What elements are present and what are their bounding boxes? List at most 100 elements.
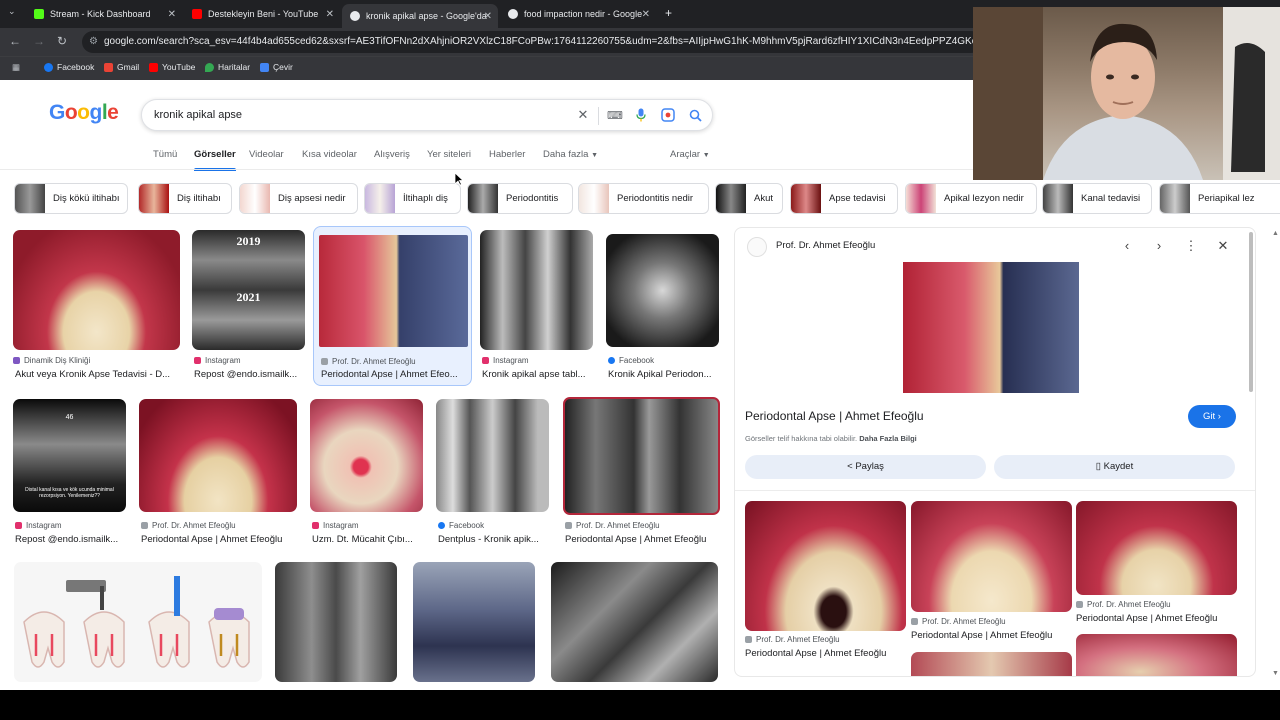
tab-search-icon[interactable]: ⌄ [8, 6, 16, 17]
chip[interactable]: Periodontitis [467, 183, 573, 214]
result-image[interactable] [310, 399, 423, 512]
next-icon[interactable]: › [1151, 238, 1167, 254]
related-image[interactable] [745, 501, 906, 631]
result-title[interactable]: Dentplus - Kronik apik... [438, 534, 549, 545]
tab-google-active[interactable]: kronik apikal apse - Google'da ✕ [342, 4, 498, 28]
image-result[interactable]: Prof. Dr. Ahmet Efeoğlu Periodontal Apse… [563, 397, 720, 547]
result-title[interactable]: Periodontal Apse | Ahmet Efeoğlu [141, 534, 297, 545]
result-source[interactable]: Prof. Dr. Ahmet Efeoğlu [565, 521, 660, 530]
site-info-icon[interactable]: ⚙ [89, 31, 98, 53]
tab-images[interactable]: Görseller [194, 149, 236, 171]
image-result[interactable]: Instagram Uzm. Dt. Mücahit Çıbı... [310, 399, 423, 547]
result-source[interactable]: Prof. Dr. Ahmet Efeoğlu [141, 521, 236, 530]
result-image[interactable] [551, 562, 718, 682]
forward-icon[interactable]: → [33, 34, 45, 48]
result-title[interactable]: Repost @endo.ismailk... [15, 534, 126, 545]
result-title[interactable]: Periodontal Apse | Ahmet Efeoğlu [1076, 613, 1237, 624]
result-source[interactable]: Instagram [194, 356, 241, 365]
result-source[interactable]: Prof. Dr. Ahmet Efeoğlu [911, 617, 1006, 626]
result-title[interactable]: Periodontal Apse | Ahmet Efeoğlu [911, 630, 1072, 641]
bookmark-gmail[interactable]: Gmail [104, 62, 139, 72]
chip[interactable]: Apikal lezyon nedir [905, 183, 1037, 214]
result-source[interactable]: Prof. Dr. Ahmet Efeoğlu [321, 357, 416, 366]
image-result[interactable]: Facebook Dentplus - Kronik apik... [436, 399, 549, 547]
close-icon[interactable]: ✕ [1215, 238, 1231, 254]
image-result[interactable]: Facebook Kronik Apikal Periodon... [606, 234, 719, 382]
more-options-icon[interactable]: ⋮ [1183, 238, 1199, 254]
visit-button[interactable]: Git › [1188, 405, 1236, 428]
related-image[interactable] [911, 652, 1072, 676]
result-image[interactable] [606, 234, 719, 347]
image-result[interactable] [14, 562, 262, 682]
related-result[interactable]: Prof. Dr. Ahmet Efeoğlu Periodontal Apse… [911, 501, 1072, 676]
related-image[interactable] [1076, 501, 1237, 595]
scroll-down-icon[interactable]: ▼ [1272, 670, 1279, 677]
chip[interactable]: İltihaplı diş [364, 183, 461, 214]
back-icon[interactable]: ← [9, 34, 21, 48]
tab-more[interactable]: Daha fazla ▼ [543, 149, 598, 160]
result-source[interactable]: Instagram [15, 521, 62, 530]
chip[interactable]: Diş iltihabı [138, 183, 232, 214]
tab-all[interactable]: Tümü [153, 149, 177, 160]
chip[interactable]: Periodontitis nedir [578, 183, 709, 214]
result-image[interactable] [563, 397, 720, 515]
close-icon[interactable]: ✕ [484, 11, 492, 22]
keyboard-icon[interactable]: ⌨ [606, 106, 624, 124]
result-source[interactable]: Prof. Dr. Ahmet Efeoğlu [1076, 600, 1171, 609]
tab-shopping[interactable]: Alışveriş [374, 149, 410, 160]
tab-short-videos[interactable]: Kısa videolar [302, 149, 357, 160]
result-image[interactable] [139, 399, 297, 512]
tab-youtube[interactable]: Destekleyin Beni - YouTube ✕ [184, 2, 340, 26]
page-scrollbar[interactable]: ▲ ▼ [1271, 230, 1279, 678]
chip[interactable]: Apse tedavisi [790, 183, 898, 214]
address-bar[interactable]: ⚙ google.com/search?sca_esv=44f4b4ad655c… [82, 31, 982, 53]
result-source[interactable]: Facebook [608, 356, 654, 365]
bookmark-translate[interactable]: Çevir [260, 62, 293, 72]
clear-icon[interactable]: ✕ [574, 106, 592, 124]
image-result[interactable]: 46 Distal kanal kısa ve kök ucunda minim… [13, 399, 126, 547]
result-image[interactable] [480, 230, 593, 350]
chip[interactable]: Diş kökü iltihabı [14, 183, 128, 214]
related-result[interactable]: Prof. Dr. Ahmet Efeoğlu Periodontal Apse… [745, 501, 906, 676]
result-source[interactable]: Prof. Dr. Ahmet Efeoğlu [745, 635, 840, 644]
result-image[interactable]: 46 Distal kanal kısa ve kök ucunda minim… [13, 399, 126, 512]
reload-icon[interactable]: ↻ [57, 34, 67, 48]
microphone-icon[interactable] [632, 106, 650, 124]
tab-news[interactable]: Haberler [489, 149, 525, 160]
image-result[interactable]: 2019 2021 Instagram Repost @endo.ismailk… [192, 230, 305, 382]
result-title[interactable]: Uzm. Dt. Mücahit Çıbı... [312, 534, 423, 545]
panel-title[interactable]: Periodontal Apse | Ahmet Efeoğlu [745, 409, 924, 423]
result-title[interactable]: Periodontal Apse | Ahmet Efeoğlu [745, 648, 906, 659]
result-image[interactable] [13, 230, 180, 350]
result-title[interactable]: Repost @endo.ismailk... [194, 369, 305, 380]
related-image[interactable] [1076, 634, 1237, 676]
result-title[interactable]: Periodontal Apse | Ahmet Efeoğlu [565, 534, 720, 545]
tab-google-2[interactable]: food impaction nedir - Google ✕ [500, 2, 656, 26]
image-result[interactable]: Dinamik Diş Kliniği Akut veya Kronik Aps… [13, 230, 180, 382]
related-result[interactable]: Prof. Dr. Ahmet Efeoğlu Periodontal Apse… [1076, 501, 1237, 676]
result-title[interactable]: Periodontal Apse | Ahmet Efeo... [321, 369, 467, 380]
bookmark-youtube[interactable]: YouTube [149, 62, 195, 72]
result-image[interactable] [275, 562, 397, 682]
result-image[interactable] [319, 235, 468, 347]
lens-icon[interactable] [659, 106, 677, 124]
chip[interactable]: Kanal tedavisi [1042, 183, 1152, 214]
close-icon[interactable]: ✕ [326, 9, 334, 20]
save-button[interactable]: ▯ Kaydet [994, 455, 1235, 479]
result-source[interactable]: Instagram [482, 356, 529, 365]
preview-image[interactable] [903, 262, 1079, 393]
related-image[interactable] [911, 501, 1072, 612]
close-icon[interactable]: ✕ [642, 9, 650, 20]
close-icon[interactable]: ✕ [168, 9, 176, 20]
more-info-link[interactable]: Daha Fazla Bilgi [859, 434, 917, 443]
result-image[interactable] [14, 562, 262, 682]
image-result-selected[interactable]: Prof. Dr. Ahmet Efeoğlu Periodontal Apse… [313, 226, 472, 386]
panel-site-name[interactable]: Prof. Dr. Ahmet Efeoğlu [776, 240, 875, 251]
result-image[interactable] [436, 399, 549, 512]
result-title[interactable]: Kronik apikal apse tabl... [482, 369, 593, 380]
chip[interactable]: Diş apsesi nedir [239, 183, 358, 214]
chip[interactable]: Periapikal lez [1159, 183, 1280, 214]
result-source[interactable]: Instagram [312, 521, 359, 530]
search-icon[interactable] [686, 106, 704, 124]
image-result[interactable] [413, 562, 535, 682]
